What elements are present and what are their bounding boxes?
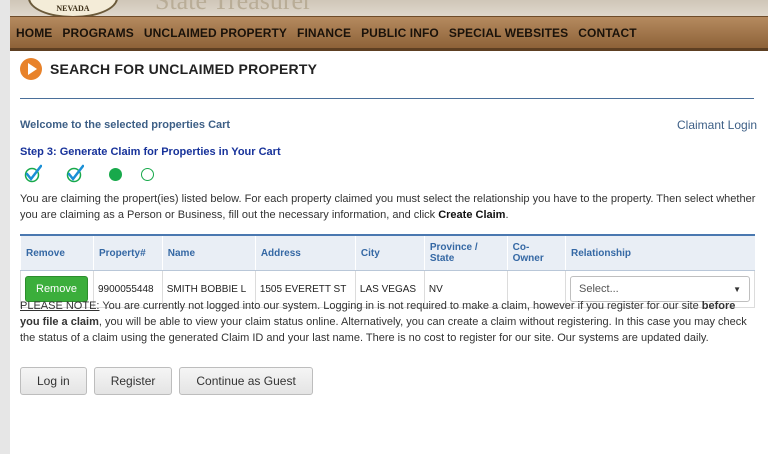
step-title: Step 3: Generate Claim for Properties in…: [20, 146, 281, 158]
register-button[interactable]: Register: [93, 367, 173, 395]
col-province-state: Province / State: [423, 234, 508, 271]
seal-text: NEVADA: [56, 4, 90, 13]
cart-welcome-text: Welcome to the selected properties Cart: [20, 119, 231, 131]
col-city: City: [354, 234, 425, 271]
nav-home[interactable]: HOME: [12, 26, 56, 40]
note-text-2: , you will be able to view your claim st…: [20, 316, 747, 344]
nav-programs[interactable]: PROGRAMS: [58, 26, 137, 40]
banner-title: State Treasurer: [155, 0, 312, 15]
note-label: PLEASE NOTE:: [20, 300, 100, 312]
login-note: PLEASE NOTE: You are currently not logge…: [20, 298, 756, 346]
action-buttons: Log in Register Continue as Guest: [20, 367, 313, 395]
nav-contact[interactable]: CONTACT: [574, 26, 640, 40]
relationship-selected-value: Select...: [579, 283, 619, 295]
site-banner: NEVADA State Treasurer: [10, 0, 768, 16]
col-name: Name: [161, 234, 256, 271]
cart-table: Remove Property# Name Address City Provi…: [20, 234, 755, 308]
step-1-check-icon: [24, 164, 42, 183]
main-nav: HOME PROGRAMS UNCLAIMED PROPERTY FINANCE…: [10, 16, 768, 51]
col-relationship: Relationship: [565, 234, 755, 271]
page-title: SEARCH FOR UNCLAIMED PROPERTY: [50, 61, 318, 77]
step-2-check-icon: [66, 164, 84, 183]
note-text-1: You are currently not logged into our sy…: [99, 300, 702, 312]
step-4-pending-dot-icon: [141, 168, 154, 181]
col-address: Address: [254, 234, 356, 271]
instructions-text: You are claiming the propert(ies) listed…: [20, 191, 760, 223]
instructions-end: .: [505, 209, 509, 221]
login-button[interactable]: Log in: [20, 367, 87, 395]
title-divider: [20, 98, 754, 99]
state-seal-logo[interactable]: NEVADA: [28, 0, 118, 16]
nav-special-websites[interactable]: SPECIAL WEBSITES: [445, 26, 572, 40]
nav-finance[interactable]: FINANCE: [293, 26, 355, 40]
page-container: NEVADA State Treasurer HOME PROGRAMS UNC…: [10, 0, 768, 454]
instructions-body: You are claiming the propert(ies) listed…: [20, 193, 756, 221]
col-property-number: Property#: [92, 234, 163, 271]
col-co-owner: Co-Owner: [506, 234, 566, 271]
page-title-row: SEARCH FOR UNCLAIMED PROPERTY: [20, 57, 317, 81]
nav-unclaimed-property[interactable]: UNCLAIMED PROPERTY: [140, 26, 291, 40]
create-claim-emphasis: Create Claim: [438, 209, 506, 221]
continue-as-guest-button[interactable]: Continue as Guest: [179, 367, 313, 395]
chevron-down-icon: ▼: [733, 284, 741, 294]
step-3-current-dot-icon: [109, 168, 122, 181]
nav-public-info[interactable]: PUBLIC INFO: [357, 26, 443, 40]
col-remove: Remove: [20, 234, 94, 271]
play-arrow-icon: [20, 58, 42, 80]
browser-frame: NEVADA State Treasurer HOME PROGRAMS UNC…: [0, 0, 768, 454]
claimant-login-link[interactable]: Claimant Login: [677, 118, 757, 132]
table-header-row: Remove Property# Name Address City Provi…: [20, 234, 755, 271]
